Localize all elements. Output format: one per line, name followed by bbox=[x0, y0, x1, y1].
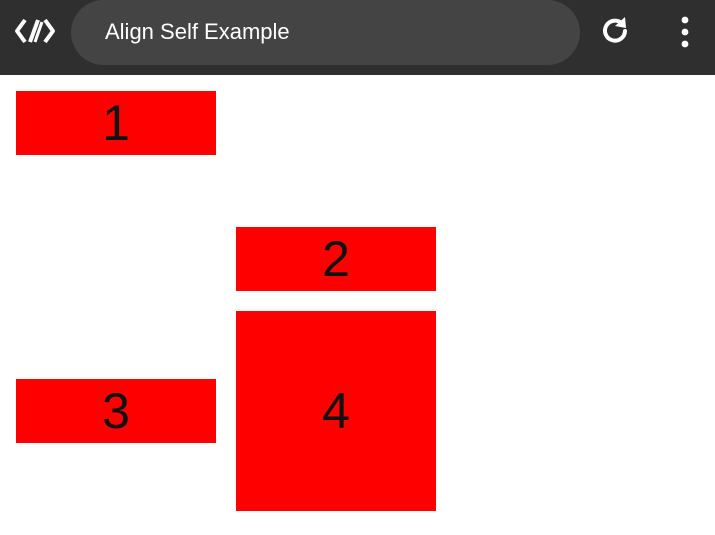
flex-item-2: 2 bbox=[236, 227, 436, 291]
flex-item-4: 4 bbox=[236, 311, 436, 511]
address-bar[interactable]: Align Self Example bbox=[71, 0, 580, 65]
flex-container: 1 2 3 4 bbox=[0, 75, 715, 535]
flex-item-label: 2 bbox=[322, 231, 350, 287]
app-toolbar: Align Self Example bbox=[0, 0, 715, 75]
more-vert-icon[interactable] bbox=[672, 14, 698, 50]
refresh-icon[interactable] bbox=[598, 14, 632, 48]
flex-item-label: 1 bbox=[102, 95, 130, 151]
flex-item-1: 1 bbox=[16, 91, 216, 155]
flex-item-label: 4 bbox=[322, 383, 350, 439]
flex-item-label: 3 bbox=[102, 383, 130, 439]
flex-item-3: 3 bbox=[16, 379, 216, 443]
code-brackets-icon[interactable] bbox=[14, 16, 56, 46]
page-title: Align Self Example bbox=[105, 19, 290, 44]
